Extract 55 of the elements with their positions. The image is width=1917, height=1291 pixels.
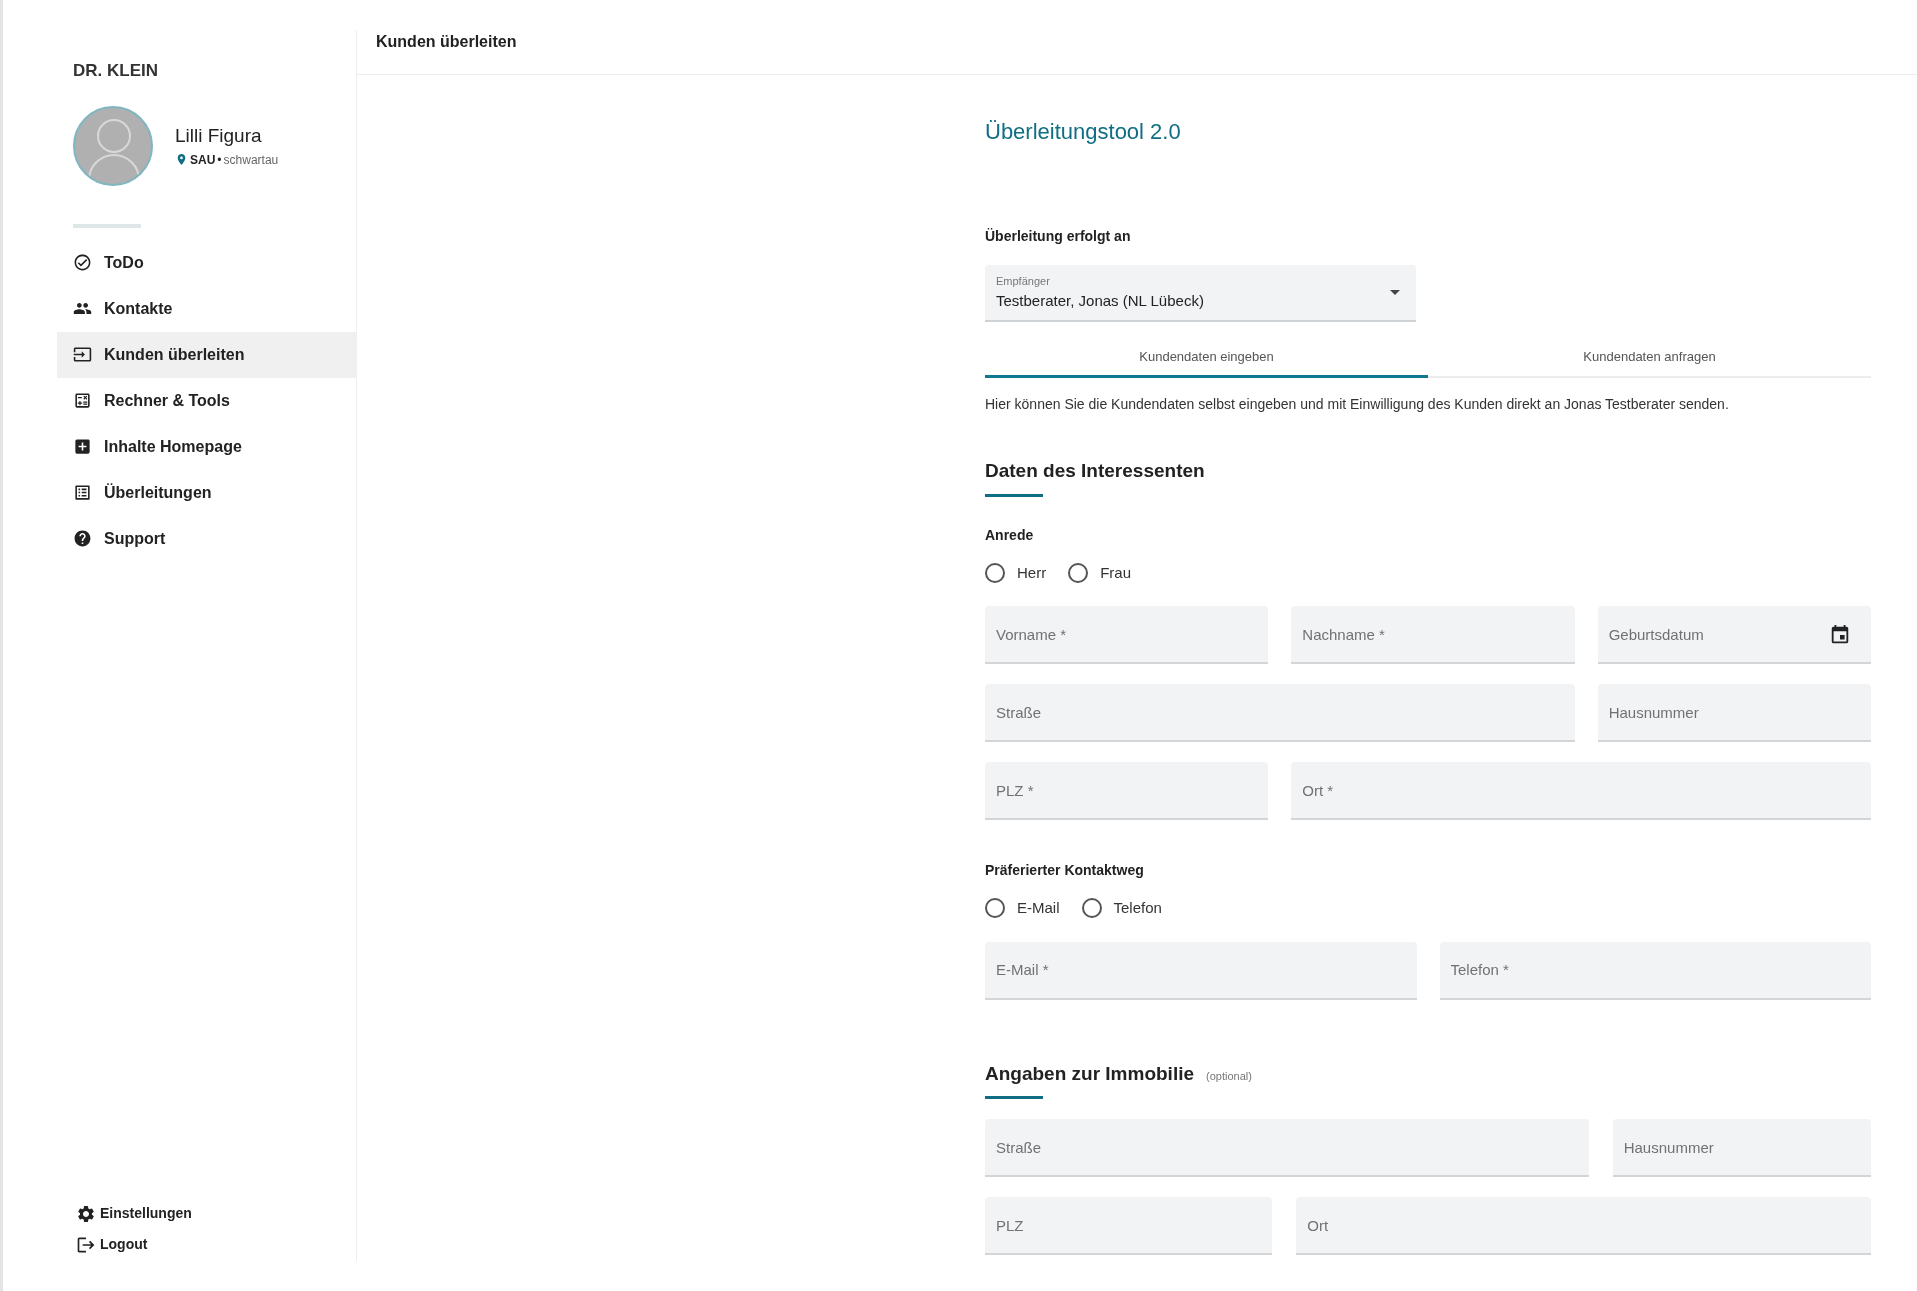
input-field[interactable]: E-Mail * — [985, 941, 1417, 1000]
input-arrow-icon — [73, 345, 92, 364]
input-field[interactable]: Vorname * — [985, 606, 1269, 664]
radio-button[interactable] — [985, 562, 1005, 583]
calendar-icon[interactable] — [1829, 624, 1851, 646]
user-name: Lilli Figura — [175, 124, 263, 149]
section-title: Daten des Interessenten — [985, 459, 1205, 483]
tab[interactable]: Kundendaten eingeben — [985, 338, 1428, 378]
footer-link[interactable]: Einstellungen — [76, 1203, 356, 1224]
date-field[interactable]: Geburtsdatum — [1597, 606, 1871, 664]
section-title: Angaben zur Immobilie — [985, 1061, 1195, 1086]
separator-dot: • — [217, 151, 222, 169]
nav-item[interactable]: Inhalte Homepage — [57, 423, 356, 470]
input-field[interactable]: Ort — [1296, 1197, 1871, 1255]
list-icon — [73, 483, 92, 502]
description-text: Hier können Sie die Kundendaten selbst eingeben und mit Einwilligung des Kunden direkt an Jonas Testberater senden. — [985, 395, 1730, 414]
input-field[interactable]: PLZ * — [985, 762, 1269, 820]
field-group-label: Anrede — [985, 525, 1035, 545]
nav-item[interactable]: Rechner & Tools — [57, 377, 356, 424]
radio-label: Telefon — [1113, 898, 1162, 918]
caret-icon — [1390, 290, 1400, 295]
calculator-icon — [73, 391, 92, 410]
radio-button[interactable] — [985, 898, 1005, 919]
radio-label: E-Mail — [1017, 898, 1060, 918]
optional-hint: (optional) — [1206, 1068, 1252, 1084]
input-field[interactable]: Straße — [985, 1119, 1589, 1177]
input-field[interactable]: Hausnummer — [1597, 684, 1871, 742]
nav-item[interactable]: Kunden überleiten — [57, 331, 356, 378]
input-field[interactable]: Nachname * — [1291, 606, 1575, 664]
location-pin-icon — [175, 153, 188, 167]
nav-item[interactable]: Support — [57, 515, 356, 562]
input-field[interactable]: Hausnummer — [1612, 1119, 1871, 1177]
brand-name: DR. KLEIN — [73, 60, 159, 82]
input-field[interactable]: Telefon * — [1439, 941, 1871, 1000]
page-title: Überleitungstool 2.0 — [985, 118, 1182, 146]
radio-label: Frau — [1100, 562, 1131, 583]
settings-icon — [76, 1203, 96, 1224]
radio-button[interactable] — [1081, 898, 1102, 919]
nav-item[interactable]: Überleitungen — [57, 469, 356, 516]
radio-button[interactable] — [1068, 562, 1089, 583]
input-field[interactable]: Straße — [985, 684, 1575, 742]
radio-label: Herr — [1017, 562, 1047, 583]
field-group-label: Präferierter Kontaktweg — [985, 861, 1145, 880]
page-header-title: Kunden überleiten — [376, 32, 517, 52]
nav-item[interactable]: ToDo — [57, 239, 356, 286]
help-icon — [73, 529, 92, 548]
field-group-label: Überleitung erfolgt an — [985, 227, 1132, 246]
branch-code: SAU — [190, 151, 216, 169]
input-field[interactable]: Ort * — [1291, 762, 1871, 820]
tab[interactable]: Kundendaten anfragen — [1428, 338, 1871, 378]
recipient-select[interactable]: Empfänger Testberater, Jonas (NL Lübeck) — [985, 265, 1416, 322]
nav-item[interactable]: Kontakte — [57, 285, 356, 332]
branch-location: schwartau — [223, 151, 279, 169]
input-field[interactable]: PLZ — [985, 1197, 1273, 1255]
footer-link[interactable]: Logout — [76, 1234, 356, 1255]
